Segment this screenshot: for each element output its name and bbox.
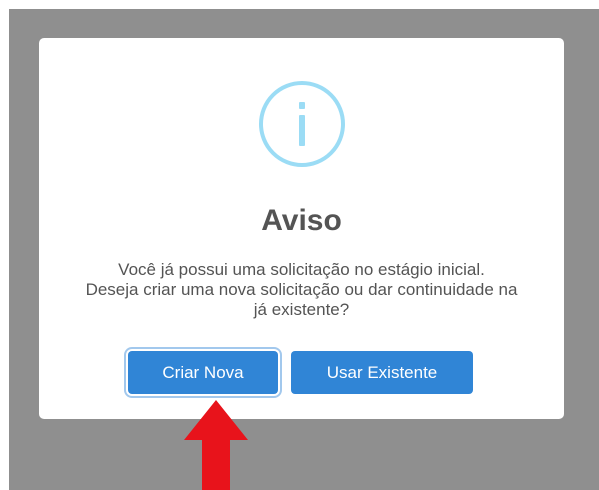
info-icon xyxy=(259,81,345,167)
dialog-message-line: já existente? xyxy=(253,300,350,319)
dialog-message-line: Deseja criar uma nova solicitação ou dar… xyxy=(85,280,518,299)
dialog-message-line: Você já possui uma solicitação no estági… xyxy=(118,260,485,279)
create-new-button[interactable]: Criar Nova xyxy=(128,351,278,394)
use-existing-button[interactable]: Usar Existente xyxy=(291,351,473,394)
red-arrow-up-icon xyxy=(184,400,248,490)
dialog-title: Aviso xyxy=(261,204,342,237)
dialog-message: Você já possui uma solicitação no estági… xyxy=(59,260,544,320)
alert-dialog: Aviso Você já possui uma solicitação no … xyxy=(39,38,564,419)
